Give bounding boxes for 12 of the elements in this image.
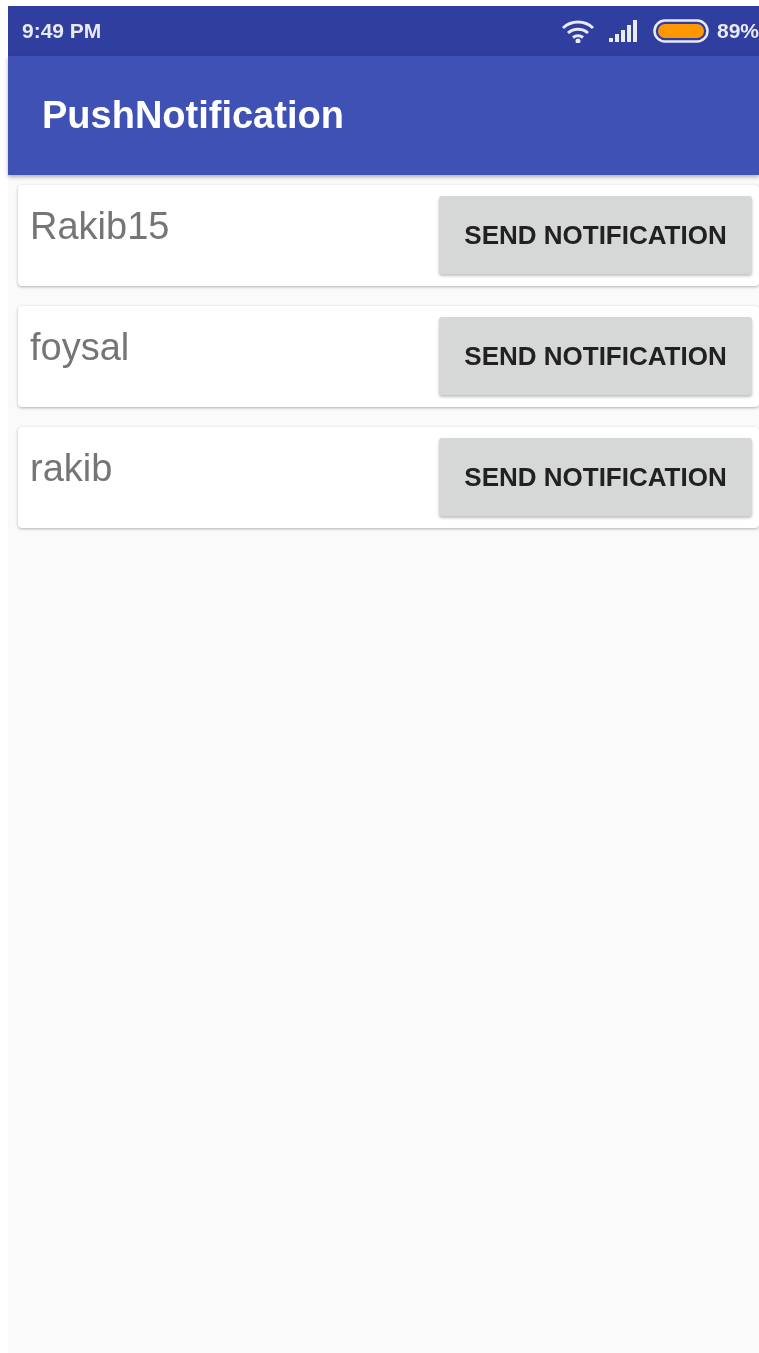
send-notification-button[interactable]: SEND NOTIFICATION [439, 196, 752, 274]
signal-icon [608, 20, 639, 42]
user-name: foysal [30, 326, 130, 369]
user-name: rakib [30, 447, 113, 490]
battery-percentage: 89% [716, 19, 759, 43]
send-notification-button[interactable]: SEND NOTIFICATION [439, 438, 752, 516]
user-name: Rakib15 [30, 205, 170, 248]
app-title: PushNotification [42, 94, 344, 137]
wifi-icon [560, 19, 595, 43]
clock-time: 9:49 PM [22, 19, 102, 43]
send-notification-button[interactable]: SEND NOTIFICATION [439, 317, 752, 395]
battery-icon [652, 19, 709, 43]
